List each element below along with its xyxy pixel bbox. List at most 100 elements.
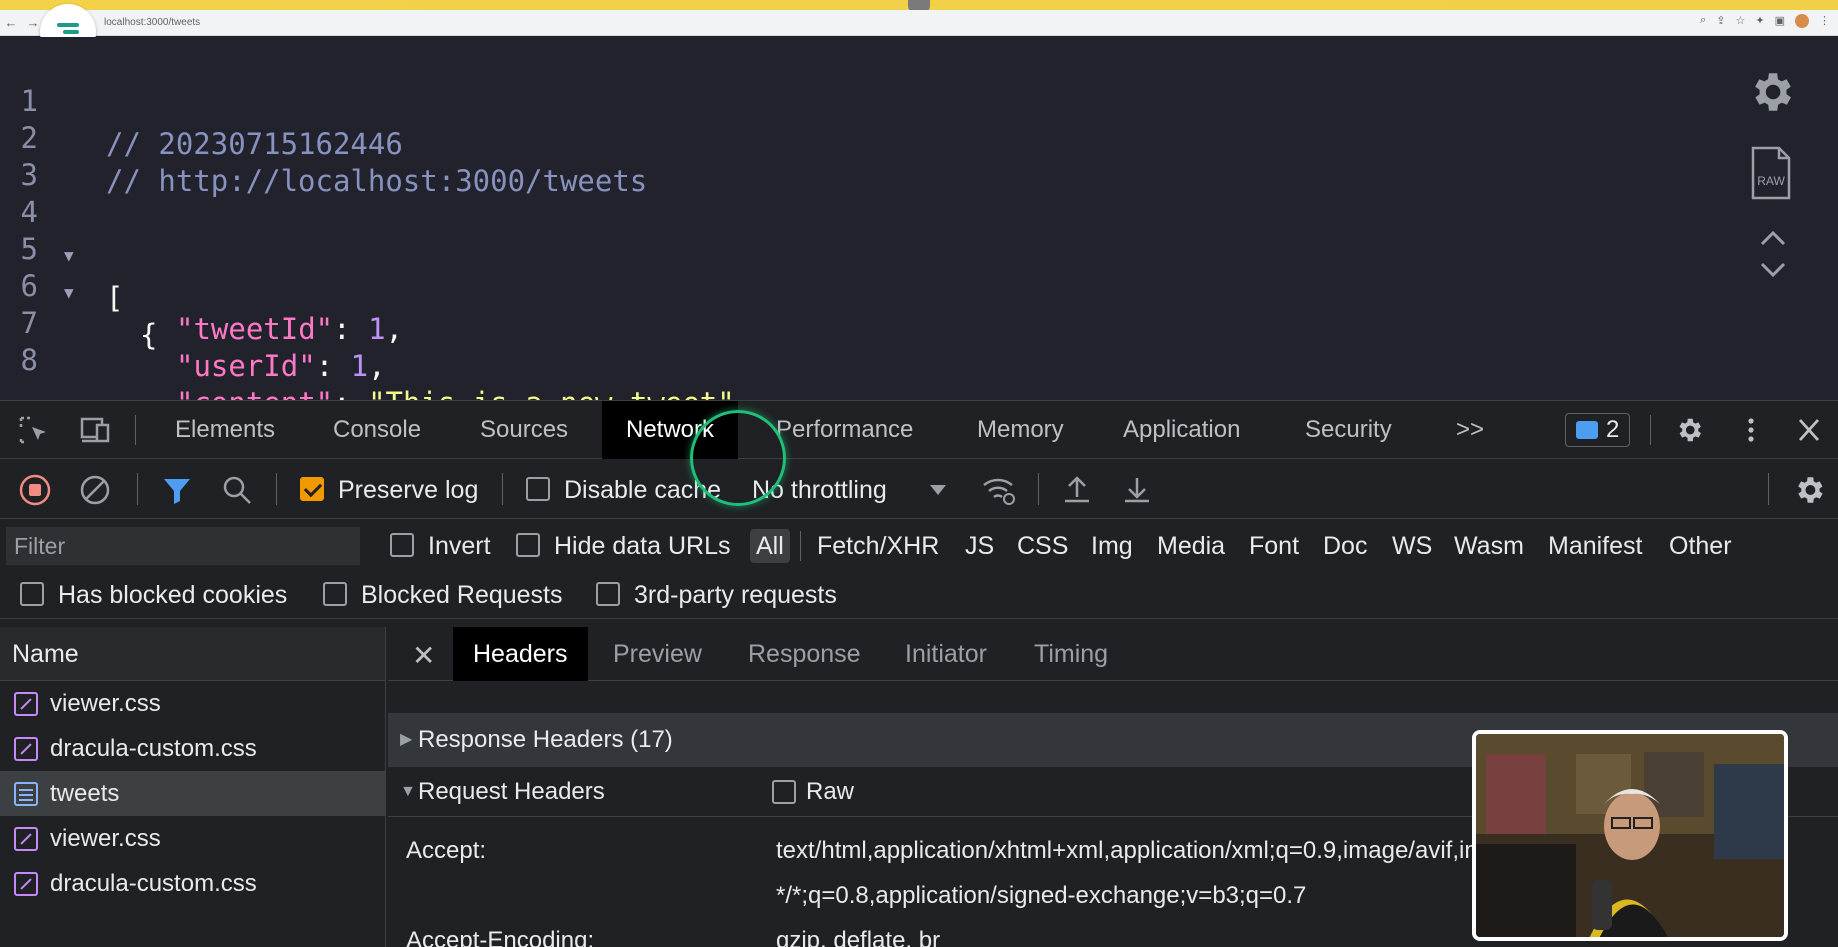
filter-type-js[interactable]: JS (965, 529, 994, 563)
inspect-element-icon[interactable] (18, 415, 52, 445)
blocked-filter-row: Has blocked cookies Blocked Requests 3rd… (0, 569, 1838, 619)
line-number: 8 (20, 343, 38, 377)
filter-type-fetch-xhr[interactable]: Fetch/XHR (817, 529, 939, 563)
tab-elements[interactable]: Elements (163, 401, 287, 459)
raw-file-icon[interactable]: RAW (1750, 145, 1792, 201)
divider (1768, 473, 1769, 505)
request-row[interactable]: viewer.css (0, 816, 385, 861)
json-key: "content" (176, 386, 333, 400)
export-har-icon[interactable] (1120, 473, 1154, 507)
settings-gear-icon[interactable] (1746, 67, 1796, 117)
filter-funnel-icon[interactable] (160, 473, 194, 507)
star-icon[interactable]: ☆ (1736, 14, 1746, 28)
disable-cache-checkbox[interactable] (526, 477, 550, 501)
network-conditions-icon[interactable] (980, 473, 1018, 507)
divider (502, 473, 503, 505)
json-comma: , (368, 349, 386, 383)
divider (1038, 473, 1039, 505)
tab-timing[interactable]: Timing (1034, 627, 1108, 681)
share-icon[interactable]: ⇪ (1716, 14, 1725, 28)
filter-type-css[interactable]: CSS (1017, 529, 1068, 563)
filter-type-media[interactable]: Media (1157, 529, 1225, 563)
stylesheet-icon (14, 871, 38, 896)
request-name: viewer.css (50, 824, 161, 852)
blocked-requests-checkbox[interactable] (323, 582, 347, 606)
tab-memory[interactable]: Memory (965, 401, 1076, 459)
divider (135, 415, 136, 445)
devtools-tabbar: Elements Console Sources Network Perform… (0, 401, 1838, 459)
import-har-icon[interactable] (1060, 473, 1094, 507)
name-column-header[interactable]: Name (0, 627, 385, 681)
tab-performance[interactable]: Performance (764, 401, 925, 459)
hide-data-urls-checkbox[interactable] (516, 533, 540, 557)
kebab-menu-icon[interactable] (1734, 415, 1768, 445)
request-name: tweets (50, 779, 120, 807)
back-button[interactable]: ← (0, 15, 22, 30)
issues-badge[interactable]: 2 (1565, 413, 1631, 447)
hide-data-urls-label[interactable]: Hide data URLs (554, 532, 730, 561)
filter-type-wasm[interactable]: Wasm (1454, 529, 1524, 563)
url-text[interactable]: localhost:3000/tweets (104, 17, 200, 28)
tab-security[interactable]: Security (1293, 401, 1404, 459)
device-toolbar-icon[interactable] (78, 415, 112, 445)
response-headers-title: Response Headers (17) (418, 726, 673, 753)
tab-initiator[interactable]: Initiator (905, 627, 987, 681)
invert-label[interactable]: Invert (428, 532, 491, 561)
filter-input[interactable] (6, 527, 360, 565)
request-name: viewer.css (50, 689, 161, 717)
tab-preview[interactable]: Preview (613, 627, 702, 681)
chevron-up-icon[interactable] (1758, 227, 1788, 249)
dropdown-caret-icon[interactable] (928, 483, 948, 497)
invert-checkbox[interactable] (390, 533, 414, 557)
document-icon (14, 781, 38, 806)
filter-type-ws[interactable]: WS (1392, 529, 1432, 563)
detail-tabs: ✕ Headers Preview Response Initiator Tim… (388, 627, 1838, 681)
zoom-icon[interactable]: ⌕ (1700, 14, 1706, 28)
raw-checkbox[interactable] (772, 780, 796, 804)
json-colon: : (315, 349, 351, 383)
filter-type-img[interactable]: Img (1091, 529, 1133, 563)
sidepanel-icon[interactable]: ▣ (1775, 14, 1785, 28)
has-blocked-cookies-checkbox[interactable] (20, 582, 44, 606)
more-tabs-button[interactable]: >> (1444, 401, 1496, 459)
raw-label[interactable]: Raw (806, 767, 854, 817)
avatar[interactable] (1795, 14, 1809, 28)
record-icon[interactable] (18, 473, 52, 507)
address-bar: ← → localhost:3000/tweets ⌕ ⇪ ☆ ✦ ▣ ⋮ (0, 10, 1838, 36)
filter-type-other[interactable]: Other (1669, 529, 1732, 563)
tab-response[interactable]: Response (748, 627, 861, 681)
filter-type-doc[interactable]: Doc (1323, 529, 1367, 563)
close-devtools-icon[interactable] (1792, 415, 1826, 445)
search-icon[interactable] (220, 473, 254, 507)
filter-type-all[interactable]: All (750, 529, 790, 563)
clear-icon[interactable] (78, 473, 112, 507)
divider (276, 473, 277, 505)
close-detail-icon[interactable]: ✕ (412, 639, 435, 672)
tab-sources[interactable]: Sources (468, 401, 580, 459)
filter-type-font[interactable]: Font (1249, 529, 1299, 563)
preserve-log-label[interactable]: Preserve log (338, 476, 478, 505)
json-pair: "content": "This is a new tweet", (176, 382, 752, 400)
chevron-down-icon[interactable] (1758, 259, 1788, 281)
has-blocked-cookies-label[interactable]: Has blocked cookies (58, 581, 287, 610)
request-row[interactable]: tweets (0, 771, 385, 816)
blocked-requests-label[interactable]: Blocked Requests (361, 581, 563, 610)
devtools-settings-icon[interactable] (1672, 415, 1706, 445)
tab-console[interactable]: Console (321, 401, 433, 459)
third-party-label[interactable]: 3rd-party requests (634, 581, 837, 610)
filter-type-manifest[interactable]: Manifest (1548, 529, 1642, 563)
stylesheet-icon (14, 826, 38, 851)
extensions-icon[interactable]: ✦ (1755, 14, 1764, 28)
network-settings-icon[interactable] (1792, 473, 1826, 507)
request-row[interactable]: viewer.css (0, 681, 385, 726)
menu-icon[interactable]: ⋮ (1819, 14, 1830, 28)
request-row[interactable]: dracula-custom.css (0, 861, 385, 906)
third-party-checkbox[interactable] (596, 582, 620, 606)
header-name: Accept: (406, 837, 487, 864)
request-row[interactable]: dracula-custom.css (0, 726, 385, 771)
request-headers-title: Request Headers (418, 778, 605, 805)
json-key: "userId" (176, 349, 316, 383)
preserve-log-checkbox[interactable] (300, 477, 324, 501)
tab-headers[interactable]: Headers (453, 627, 588, 681)
tab-application[interactable]: Application (1111, 401, 1252, 459)
